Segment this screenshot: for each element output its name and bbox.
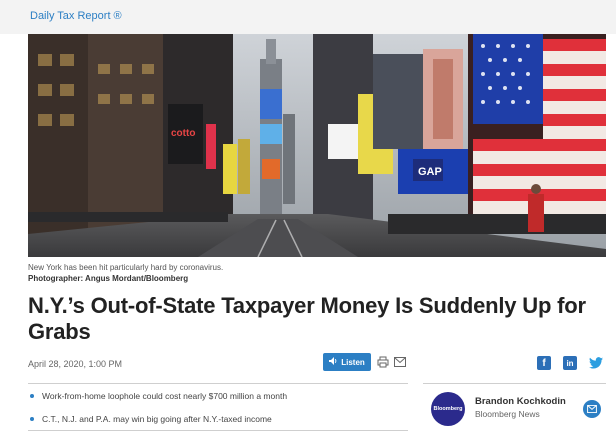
section-link[interactable]: Daily Tax Report ®: [30, 10, 122, 22]
times-square-photo: cotto GAP: [28, 34, 606, 257]
gap-sign-text: GAP: [418, 166, 442, 178]
photo-caption: New York has been hit particularly hard …: [28, 262, 223, 284]
author-org: Bloomberg News: [475, 409, 540, 419]
twitter-icon[interactable]: [589, 356, 603, 370]
article-headline: N.Y.’s Out-of-State Taxpayer Money Is Su…: [28, 293, 586, 344]
caption-text: New York has been hit particularly hard …: [28, 263, 224, 272]
highlight-item: Work-from-home loophole could cost nearl…: [28, 391, 287, 411]
article-highlights: Work-from-home loophole could cost nearl…: [28, 391, 287, 434]
divider: [28, 430, 408, 431]
speaker-icon: [329, 357, 338, 367]
sign-text: cotto: [171, 128, 195, 139]
listen-button[interactable]: Listen: [323, 353, 371, 371]
listen-label: Listen: [341, 357, 365, 367]
mail-icon[interactable]: [583, 400, 601, 418]
facebook-icon[interactable]: f: [537, 356, 551, 370]
author-card: Bloomberg Brandon Kochkodin Bloomberg Ne…: [431, 392, 606, 426]
print-icon[interactable]: [376, 355, 390, 369]
highlight-item: C.T., N.J. and P.A. may win big going af…: [28, 414, 287, 434]
divider: [423, 383, 606, 384]
article-date: April 28, 2020, 1:00 PM: [28, 359, 123, 369]
author-name[interactable]: Brandon Kochkodin: [475, 396, 566, 407]
avatar[interactable]: Bloomberg: [431, 392, 465, 426]
section-bar: Daily Tax Report ®: [0, 0, 616, 34]
hero-image: cotto GAP: [28, 34, 606, 257]
photo-credit: Photographer: Angus Mordant/Bloomberg: [28, 274, 189, 283]
divider: [28, 383, 408, 384]
mail-icon[interactable]: [393, 355, 407, 369]
linkedin-icon[interactable]: in: [563, 356, 577, 370]
